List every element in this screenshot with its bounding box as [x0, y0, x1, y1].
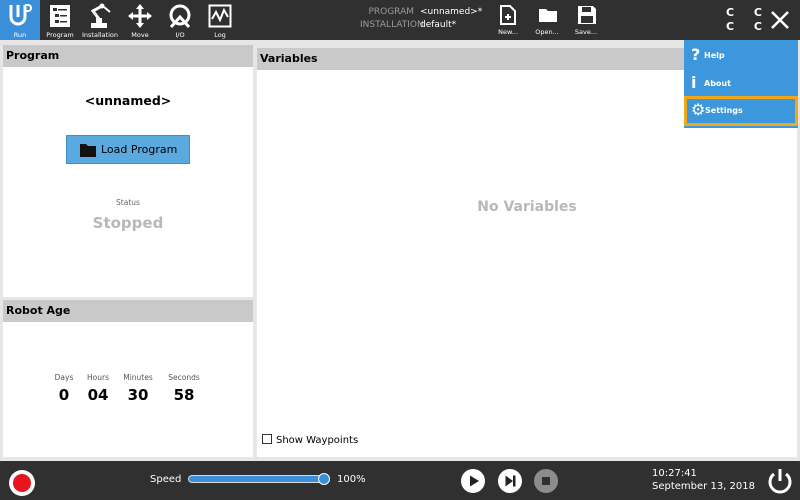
robot-arm-icon	[90, 3, 111, 28]
open-folder-icon	[539, 9, 557, 22]
nav-label: Program	[46, 31, 74, 39]
play-icon	[461, 469, 485, 493]
menu-item-label: Settings	[705, 106, 743, 115]
clock: 10:27:41 September 13, 2018	[652, 467, 755, 493]
show-waypoints-checkbox[interactable]	[262, 434, 272, 444]
open-button[interactable]: Open...	[529, 0, 565, 40]
program-key: PROGRAM	[368, 7, 414, 17]
clock-time: 10:27:41	[652, 468, 697, 479]
power-icon[interactable]	[766, 467, 794, 495]
nav-label: Move	[131, 31, 149, 39]
age-unit-label: Hours	[87, 373, 109, 382]
bottom-bar: Speed 100% 10:27:41 September 13, 2018	[0, 461, 800, 500]
file-button-label: Save...	[574, 28, 598, 36]
io-icon	[169, 4, 191, 29]
stop-icon	[534, 469, 558, 493]
close-icon[interactable]	[764, 4, 796, 36]
hamburger-menu: ? Help i About ⚙ Settings	[684, 40, 798, 128]
no-variables-text: No Variables	[477, 199, 577, 215]
menu-item-label: Help	[704, 51, 725, 60]
file-button-label: Open...	[535, 28, 559, 36]
speed-label: Speed	[150, 474, 182, 485]
load-program-label: Load Program	[101, 143, 178, 156]
menu-item-about[interactable]: i About	[684, 70, 798, 98]
load-program-button[interactable]: Load Program	[66, 135, 190, 164]
nav-label: Log	[214, 31, 226, 39]
file-button-label: New...	[498, 28, 518, 36]
speed-slider-fill	[189, 476, 325, 482]
installation-key: INSTALLATION	[360, 20, 424, 30]
speed-value: 100%	[337, 474, 366, 485]
log-icon	[208, 4, 232, 28]
nav-program-button[interactable]: Program	[40, 0, 80, 40]
new-button[interactable]: New...	[490, 0, 526, 40]
ur-logo-icon	[9, 4, 32, 26]
age-unit-value: 30	[127, 386, 149, 404]
step-forward-icon	[498, 469, 522, 493]
age-seconds: Seconds 58	[164, 373, 204, 404]
play-button[interactable]	[461, 469, 485, 493]
program-info: PROGRAM <unnamed>* INSTALLATIONdefault*	[360, 6, 482, 32]
age-minutes: Minutes 30	[118, 373, 158, 404]
gear-icon: ⚙	[691, 100, 706, 119]
folder-icon	[80, 144, 96, 157]
nav-run-button[interactable]: Run	[0, 0, 40, 40]
program-name: <unnamed>	[84, 93, 172, 108]
nav-move-button[interactable]: Move	[120, 0, 160, 40]
age-hours: Hours 04	[78, 373, 118, 404]
speed-slider-knob[interactable]	[318, 473, 330, 485]
show-waypoints-toggle[interactable]: Show Waypoints	[262, 434, 358, 446]
move-arrows-icon	[128, 4, 152, 28]
nav-label: Run	[13, 31, 27, 39]
status-label: Status	[116, 198, 140, 207]
new-file-icon	[500, 5, 516, 25]
robot-age-title: Robot Age	[3, 300, 253, 322]
menu-item-settings[interactable]: ⚙ Settings	[684, 96, 798, 126]
nav-log-button[interactable]: Log	[200, 0, 240, 40]
show-waypoints-label: Show Waypoints	[276, 435, 359, 446]
record-icon[interactable]	[9, 470, 35, 496]
nav-installation-button[interactable]: Installation	[80, 0, 120, 40]
step-button[interactable]	[498, 469, 522, 493]
program-panel-title: Program	[3, 45, 253, 67]
program-panel: Program <unnamed> Load Program Status St…	[3, 45, 253, 297]
age-unit-value: 58	[173, 386, 195, 404]
age-unit-label: Minutes	[123, 373, 153, 382]
program-value: <unnamed>*	[420, 7, 483, 17]
stop-button[interactable]	[534, 469, 558, 493]
speed-slider[interactable]	[188, 473, 330, 485]
nav-label: I/O	[175, 31, 185, 39]
menu-item-label: About	[704, 79, 731, 88]
age-unit-value: 04	[87, 386, 109, 404]
program-icon	[50, 5, 70, 27]
save-icon	[578, 6, 596, 24]
info-icon: i	[691, 73, 697, 92]
clock-date: September 13, 2018	[652, 481, 755, 492]
top-bar: Run Program Installation Move I/O Log PR…	[0, 0, 800, 40]
nav-io-button[interactable]: I/O	[160, 0, 200, 40]
status-value: Stopped	[92, 214, 164, 232]
age-unit-label: Seconds	[168, 373, 200, 382]
help-icon: ?	[691, 45, 701, 64]
robot-age-panel: Robot Age Days 0 Hours 04 Minutes 30 Sec…	[3, 300, 253, 457]
menu-item-help[interactable]: ? Help	[684, 42, 798, 70]
save-button[interactable]: Save...	[568, 0, 604, 40]
nav-label: Installation	[81, 31, 118, 39]
installation-value: default*	[420, 20, 457, 30]
